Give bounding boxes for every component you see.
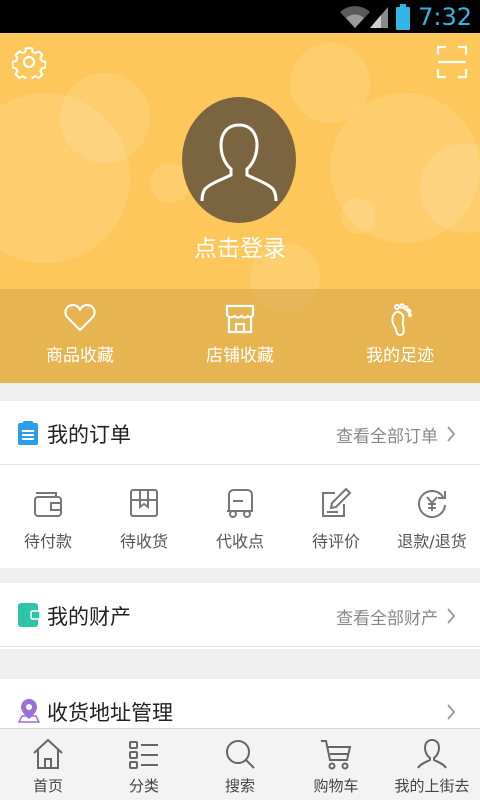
view-all-orders-link[interactable]: 查看全部订单 bbox=[336, 422, 438, 447]
assets-card: 我的财产 查看全部财产 bbox=[0, 583, 480, 649]
address-title: 收货地址管理 bbox=[47, 701, 173, 725]
order-pickup-point[interactable]: 代收点 bbox=[192, 465, 288, 567]
nav-profile[interactable]: 我的上街去 bbox=[384, 729, 480, 800]
edit-icon bbox=[322, 487, 352, 517]
location-pin-icon bbox=[18, 699, 40, 723]
nav-label: 分类 bbox=[128, 777, 159, 795]
nav-search[interactable]: 搜索 bbox=[192, 729, 288, 800]
fav-item-label: 我的足迹 bbox=[366, 346, 434, 366]
nav-cart[interactable]: 购物车 bbox=[288, 729, 384, 800]
view-all-assets-link[interactable]: 查看全部财产 bbox=[336, 604, 438, 629]
fav-item-label: 店铺收藏 bbox=[206, 346, 274, 366]
nav-label: 购物车 bbox=[313, 777, 359, 795]
heart-icon bbox=[64, 303, 96, 332]
order-pending-receipt[interactable]: 待收货 bbox=[96, 465, 192, 567]
chevron-right-icon bbox=[447, 704, 456, 720]
delivery-truck-icon bbox=[227, 489, 253, 518]
fav-item-shops[interactable]: 店铺收藏 bbox=[160, 289, 320, 383]
nav-home[interactable]: 首页 bbox=[0, 729, 96, 800]
nav-category[interactable]: 分类 bbox=[96, 729, 192, 800]
order-item-label: 待收货 bbox=[119, 532, 168, 551]
fav-item-label: 商品收藏 bbox=[46, 346, 114, 366]
order-item-label: 退款/退货 bbox=[397, 532, 467, 551]
wallet-green-icon bbox=[18, 603, 40, 627]
order-refund[interactable]: 退款/退货 bbox=[384, 465, 480, 567]
scan-icon[interactable] bbox=[436, 45, 468, 79]
orders-card: 我的订单 查看全部订单 待付款 待收货 代收点 待评价 退款/退货 bbox=[0, 401, 480, 568]
footprint-icon bbox=[391, 303, 413, 337]
wifi-icon bbox=[340, 6, 370, 28]
assets-header[interactable]: 我的财产 查看全部财产 bbox=[0, 583, 480, 647]
status-time: 7:32 bbox=[418, 3, 472, 31]
favorites-bar: 商品收藏 店铺收藏 我的足迹 bbox=[0, 289, 480, 383]
user-silhouette-icon bbox=[200, 123, 278, 202]
nav-label: 搜索 bbox=[224, 777, 255, 795]
order-pending-review[interactable]: 待评价 bbox=[288, 465, 384, 567]
assets-title: 我的财产 bbox=[47, 605, 131, 629]
order-status-row: 待付款 待收货 代收点 待评价 退款/退货 bbox=[0, 465, 480, 567]
signal-icon bbox=[370, 7, 388, 28]
nav-label: 首页 bbox=[32, 777, 63, 795]
login-button[interactable]: 点击登录 bbox=[0, 229, 480, 263]
home-icon bbox=[33, 738, 63, 769]
order-item-label: 代收点 bbox=[215, 532, 264, 551]
fav-item-products[interactable]: 商品收藏 bbox=[0, 289, 160, 383]
cart-icon bbox=[321, 740, 352, 770]
shop-icon bbox=[225, 304, 255, 334]
order-clipboard-icon bbox=[18, 421, 38, 445]
order-item-label: 待付款 bbox=[23, 532, 72, 551]
nav-label: 我的上街去 bbox=[394, 777, 470, 795]
bottom-nav: 首页 分类 搜索 购物车 我的上街去 bbox=[0, 728, 480, 800]
address-card: 收货地址管理 bbox=[0, 679, 480, 728]
order-pending-payment[interactable]: 待付款 bbox=[0, 465, 96, 567]
battery-icon bbox=[396, 4, 410, 30]
avatar[interactable] bbox=[182, 97, 296, 223]
orders-header[interactable]: 我的订单 查看全部订单 bbox=[0, 401, 480, 465]
search-icon bbox=[226, 740, 255, 769]
wallet-icon bbox=[34, 492, 62, 517]
refund-icon bbox=[418, 490, 446, 518]
orders-title: 我的订单 bbox=[47, 423, 131, 447]
profile-icon bbox=[417, 739, 447, 769]
address-header[interactable]: 收货地址管理 bbox=[0, 679, 480, 728]
status-bar: 7:32 bbox=[0, 0, 480, 33]
package-icon bbox=[130, 489, 158, 517]
order-item-label: 待评价 bbox=[311, 532, 360, 551]
chevron-right-icon bbox=[447, 608, 456, 624]
fav-item-footprints[interactable]: 我的足迹 bbox=[320, 289, 480, 383]
settings-gear-icon[interactable] bbox=[12, 45, 46, 79]
profile-header: 点击登录 商品收藏 店铺收藏 我的足迹 bbox=[0, 33, 480, 383]
chevron-right-icon bbox=[447, 426, 456, 442]
category-list-icon bbox=[129, 741, 158, 769]
